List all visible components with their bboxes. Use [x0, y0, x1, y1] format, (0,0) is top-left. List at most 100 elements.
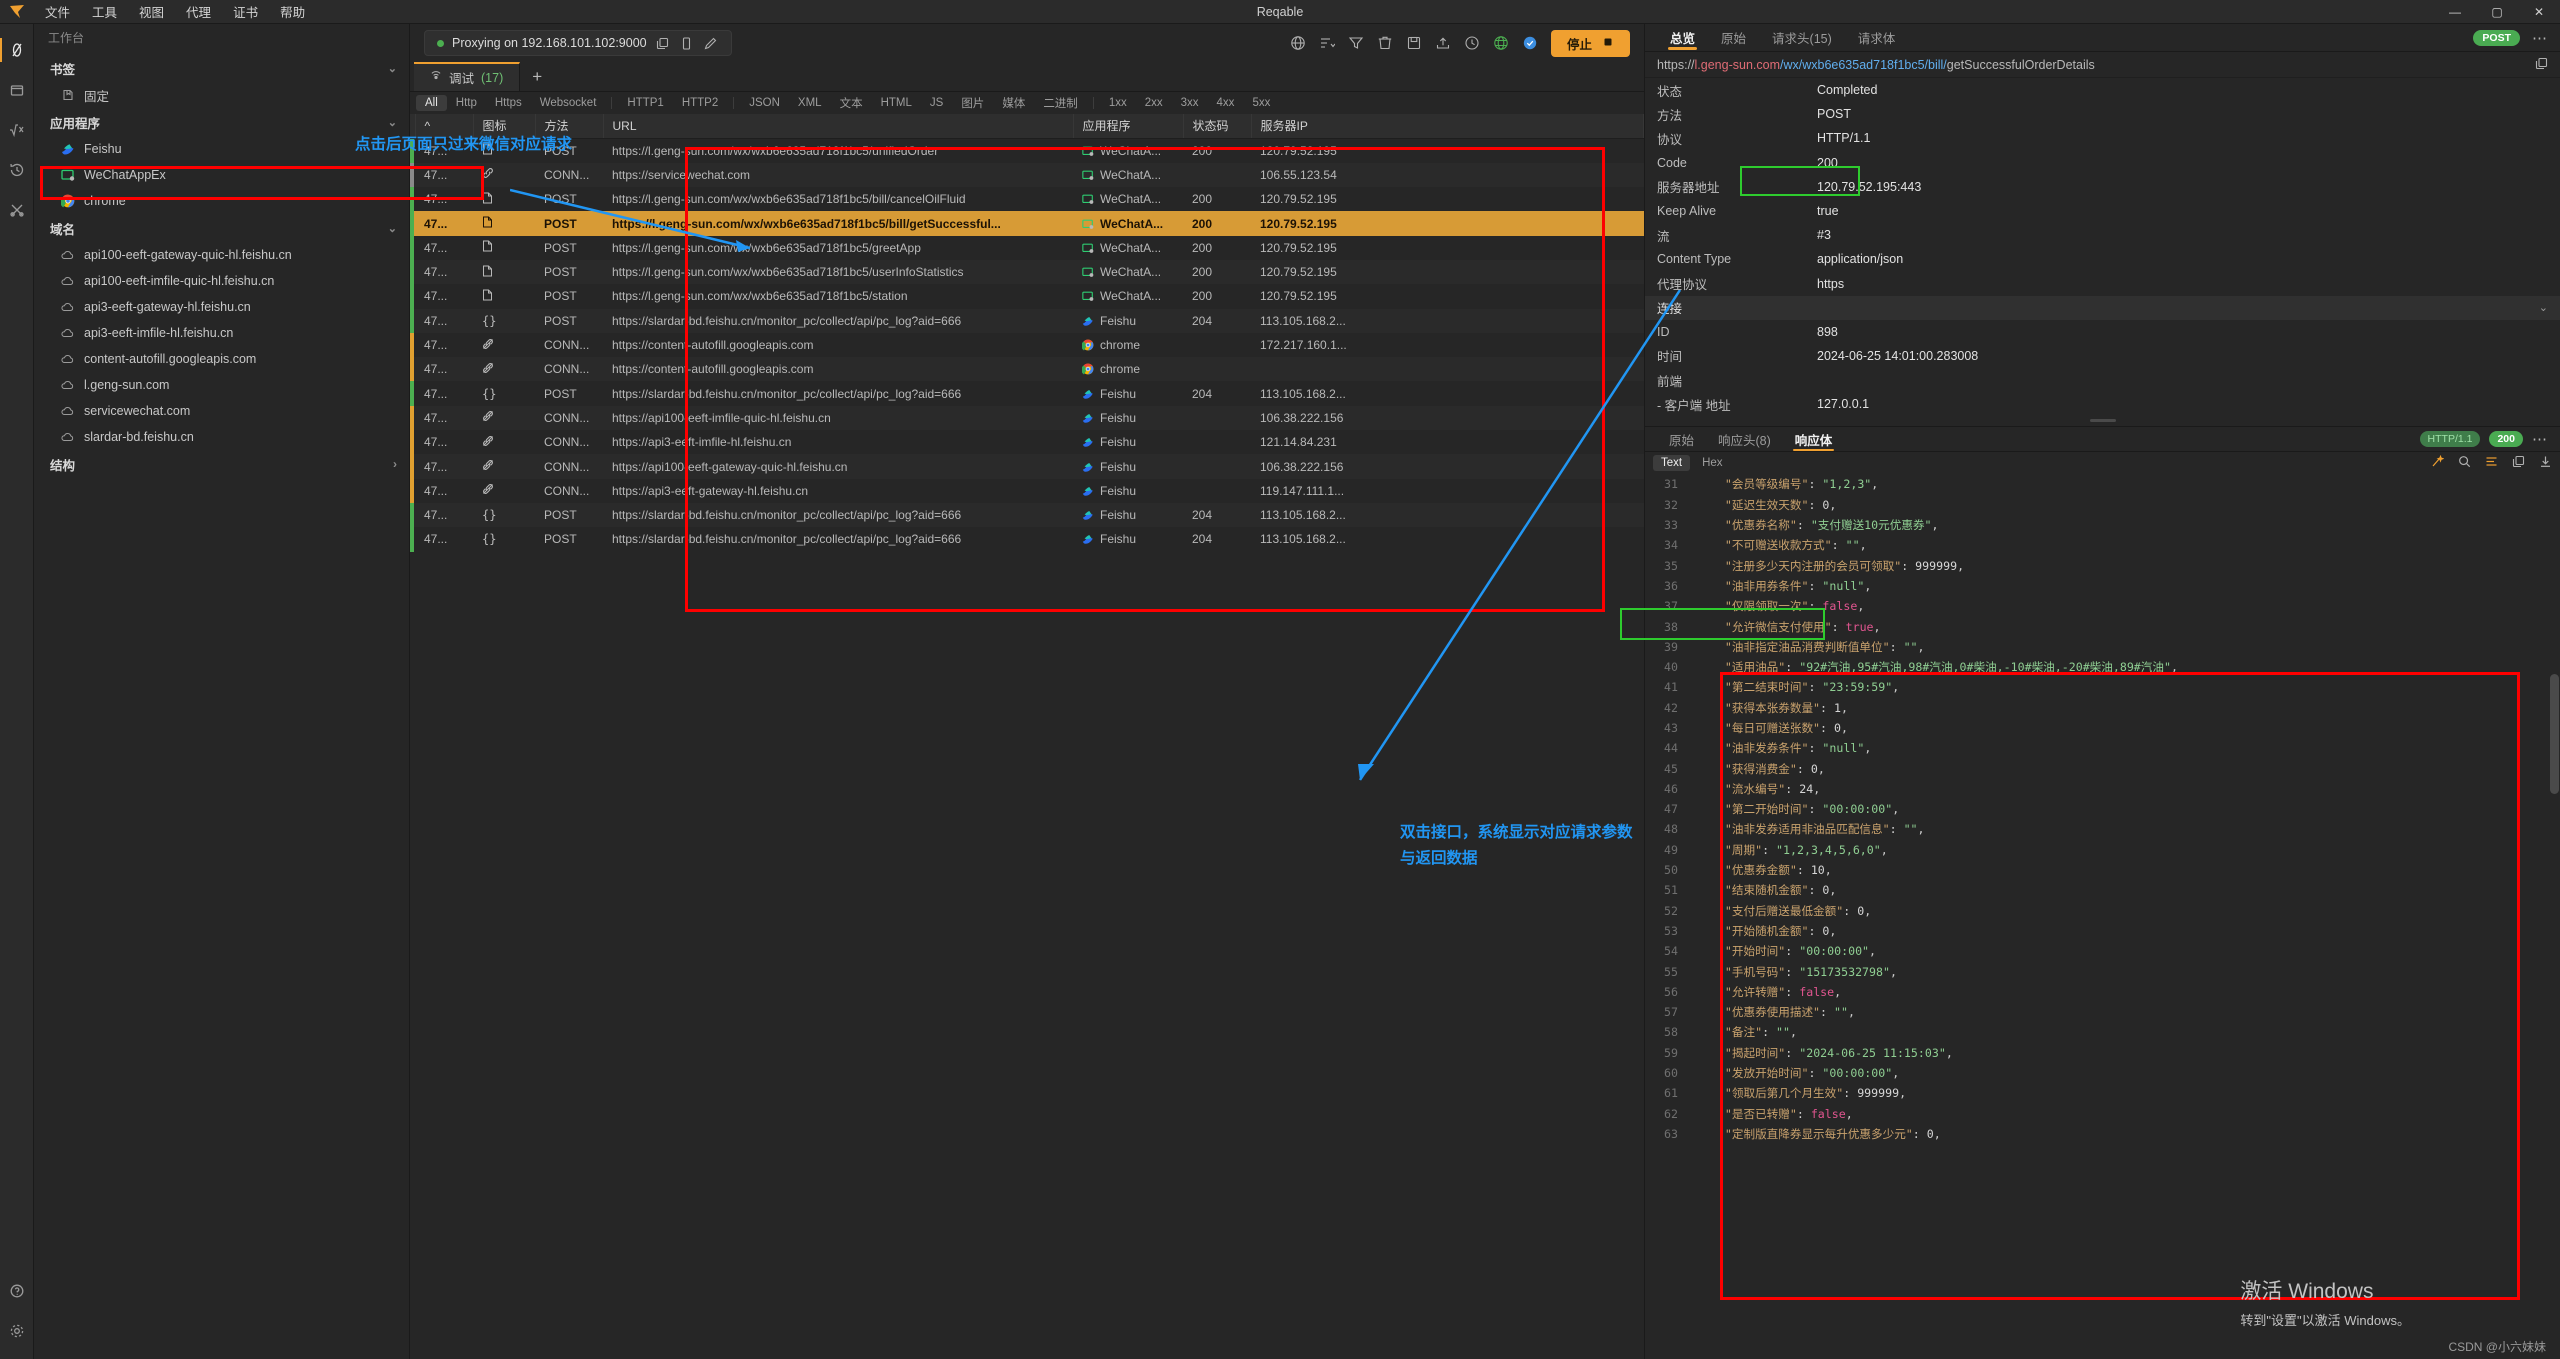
download-icon[interactable]: [2539, 455, 2552, 471]
filter-chip-js[interactable]: JS: [921, 95, 952, 111]
rail-settings-icon[interactable]: [0, 1311, 34, 1351]
shield-icon[interactable]: [1522, 35, 1538, 51]
sidebar-item-feishu[interactable]: Feishu: [34, 136, 409, 162]
table-row[interactable]: 47...CONN...https://servicewechat.comWeC…: [410, 163, 1644, 187]
mobile-icon[interactable]: [679, 35, 695, 51]
filter-chip-json[interactable]: JSON: [740, 95, 789, 111]
save-icon[interactable]: [1406, 35, 1422, 51]
menu-certificate[interactable]: 证书: [222, 0, 269, 24]
chevron-down-icon[interactable]: ⌄: [2539, 301, 2548, 314]
tab-request-headers[interactable]: 请求头(15): [1759, 24, 1845, 52]
menu-file[interactable]: 文件: [34, 0, 81, 24]
wrap-icon[interactable]: [2485, 455, 2498, 471]
response-scrollbar[interactable]: [2550, 474, 2559, 794]
rail-proxy-icon[interactable]: [0, 30, 34, 70]
table-row[interactable]: 47...{}POSThttps://slardar-bd.feishu.cn/…: [410, 381, 1644, 405]
col-method[interactable]: 方法: [535, 114, 603, 138]
maximize-button[interactable]: ▢: [2476, 0, 2518, 24]
col-icon[interactable]: 图标: [473, 114, 535, 138]
chevron-down-icon[interactable]: ⌄: [388, 116, 397, 129]
map-icon[interactable]: [1493, 35, 1509, 51]
panel-splitter[interactable]: [1645, 416, 2560, 426]
chevron-down-icon[interactable]: ⌄: [388, 62, 397, 75]
sidebar-group-structure[interactable]: 结构 ›: [34, 450, 409, 478]
clear-icon[interactable]: [1377, 35, 1393, 51]
filter-chip-http1[interactable]: HTTP1: [618, 95, 672, 111]
sidebar-item-domain[interactable]: servicewechat.com: [34, 398, 409, 424]
filter-chip-2xx[interactable]: 2xx: [1136, 95, 1172, 111]
filter-chip-3xx[interactable]: 3xx: [1172, 95, 1208, 111]
table-row[interactable]: 47...POSThttps://l.geng-sun.com/wx/wxb6e…: [410, 236, 1644, 260]
filter-chip-https[interactable]: Https: [486, 95, 531, 111]
globe-icon[interactable]: [1290, 35, 1306, 51]
col-sort[interactable]: ^: [415, 114, 473, 138]
rail-collection-icon[interactable]: [0, 70, 34, 110]
filter-chip-xml[interactable]: XML: [789, 95, 831, 111]
sidebar-item-chrome[interactable]: chrome: [34, 188, 409, 214]
sidebar-item-domain[interactable]: api100-eeft-gateway-quic-hl.feishu.cn: [34, 242, 409, 268]
rail-history-icon[interactable]: [0, 150, 34, 190]
table-row[interactable]: 47...{}POSThttps://slardar-bd.feishu.cn/…: [410, 309, 1644, 333]
response-kebab-menu[interactable]: ⋯: [2532, 430, 2548, 448]
view-hex-button[interactable]: Hex: [1694, 455, 1730, 471]
table-row[interactable]: 47...POSThttps://l.geng-sun.com/wx/wxb6e…: [410, 260, 1644, 284]
copy-icon[interactable]: [655, 35, 671, 51]
menu-view[interactable]: 视图: [128, 0, 175, 24]
minimize-button[interactable]: —: [2434, 0, 2476, 24]
filter-chip-websocket[interactable]: Websocket: [531, 95, 606, 111]
upload-icon[interactable]: [1435, 35, 1451, 51]
col-app[interactable]: 应用程序: [1073, 114, 1183, 138]
rail-tools-icon[interactable]: [0, 190, 34, 230]
sidebar-item-domain[interactable]: api3-eeft-gateway-hl.feishu.cn: [34, 294, 409, 320]
table-row[interactable]: 47...POSThttps://l.geng-sun.com/wx/wxb6e…: [410, 187, 1644, 211]
tab-response-headers[interactable]: 响应头(8): [1706, 426, 1783, 452]
menu-tools[interactable]: 工具: [81, 0, 128, 24]
table-row[interactable]: 47...CONN...https://content-autofill.goo…: [410, 357, 1644, 381]
filter-chip-4xx[interactable]: 4xx: [1208, 95, 1244, 111]
sort-icon[interactable]: [1319, 35, 1335, 51]
format-icon[interactable]: [2431, 455, 2444, 471]
tab-response-body[interactable]: 响应体: [1783, 426, 1845, 452]
close-button[interactable]: ✕: [2518, 0, 2560, 24]
sidebar-group-bookmarks[interactable]: 书签 ⌄: [34, 54, 409, 82]
filter-chip-all[interactable]: All: [416, 95, 447, 111]
filter-chip-媒体[interactable]: 媒体: [993, 93, 1034, 113]
tab-overview[interactable]: 总览: [1657, 24, 1708, 52]
tab-response-raw[interactable]: 原始: [1657, 426, 1706, 452]
clock-icon[interactable]: [1464, 35, 1480, 51]
col-serverip[interactable]: 服务器IP: [1251, 114, 1644, 138]
tab-request-body[interactable]: 请求体: [1845, 24, 1909, 52]
chevron-right-icon[interactable]: ›: [393, 457, 397, 471]
menu-help[interactable]: 帮助: [269, 0, 316, 24]
menu-proxy[interactable]: 代理: [175, 0, 222, 24]
table-row[interactable]: 47...CONN...https://api100-eeft-imfile-q…: [410, 406, 1644, 430]
sidebar-item-domain[interactable]: l.geng-sun.com: [34, 372, 409, 398]
sidebar-item-pinned[interactable]: 固定: [34, 82, 409, 108]
connection-section-header[interactable]: 连接 ⌄: [1645, 296, 2560, 320]
filter-icon[interactable]: [1348, 35, 1364, 51]
sidebar-group-domains[interactable]: 域名 ⌄: [34, 214, 409, 242]
copy-url-icon[interactable]: [2535, 57, 2548, 73]
filter-chip-html[interactable]: HTML: [872, 95, 921, 111]
table-row[interactable]: 47...CONN...https://api3-eeft-imfile-hl.…: [410, 430, 1644, 454]
filter-chip-http[interactable]: Http: [447, 95, 486, 111]
sidebar-item-domain[interactable]: slardar-bd.feishu.cn: [34, 424, 409, 450]
table-row[interactable]: 47...CONN...https://api100-eeft-gateway-…: [410, 454, 1644, 478]
filter-chip-二进制[interactable]: 二进制: [1034, 93, 1087, 113]
sidebar-item-domain[interactable]: api100-eeft-imfile-quic-hl.feishu.cn: [34, 268, 409, 294]
tab-raw[interactable]: 原始: [1708, 24, 1759, 52]
table-row[interactable]: 47...CONN...https://api3-eeft-gateway-hl…: [410, 479, 1644, 503]
filter-chip-图片[interactable]: 图片: [952, 93, 993, 113]
filter-chip-http2[interactable]: HTTP2: [673, 95, 727, 111]
copy-icon[interactable]: [2512, 455, 2525, 471]
sidebar-group-apps[interactable]: 应用程序 ⌄: [34, 108, 409, 136]
sidebar-item-domain[interactable]: content-autofill.googleapis.com: [34, 346, 409, 372]
table-row[interactable]: 47...POSThttps://l.geng-sun.com/wx/wxb6e…: [410, 284, 1644, 308]
rail-script-icon[interactable]: [0, 110, 34, 150]
rail-help-icon[interactable]: [0, 1271, 34, 1311]
chevron-down-icon[interactable]: ⌄: [388, 222, 397, 235]
table-row[interactable]: 47...POSThttps://l.geng-sun.com/wx/wxb6e…: [410, 138, 1644, 163]
sidebar-item-domain[interactable]: api3-eeft-imfile-hl.feishu.cn: [34, 320, 409, 346]
sidebar-item-wechatappex[interactable]: WeChatAppEx: [34, 162, 409, 188]
filter-chip-1xx[interactable]: 1xx: [1100, 95, 1136, 111]
